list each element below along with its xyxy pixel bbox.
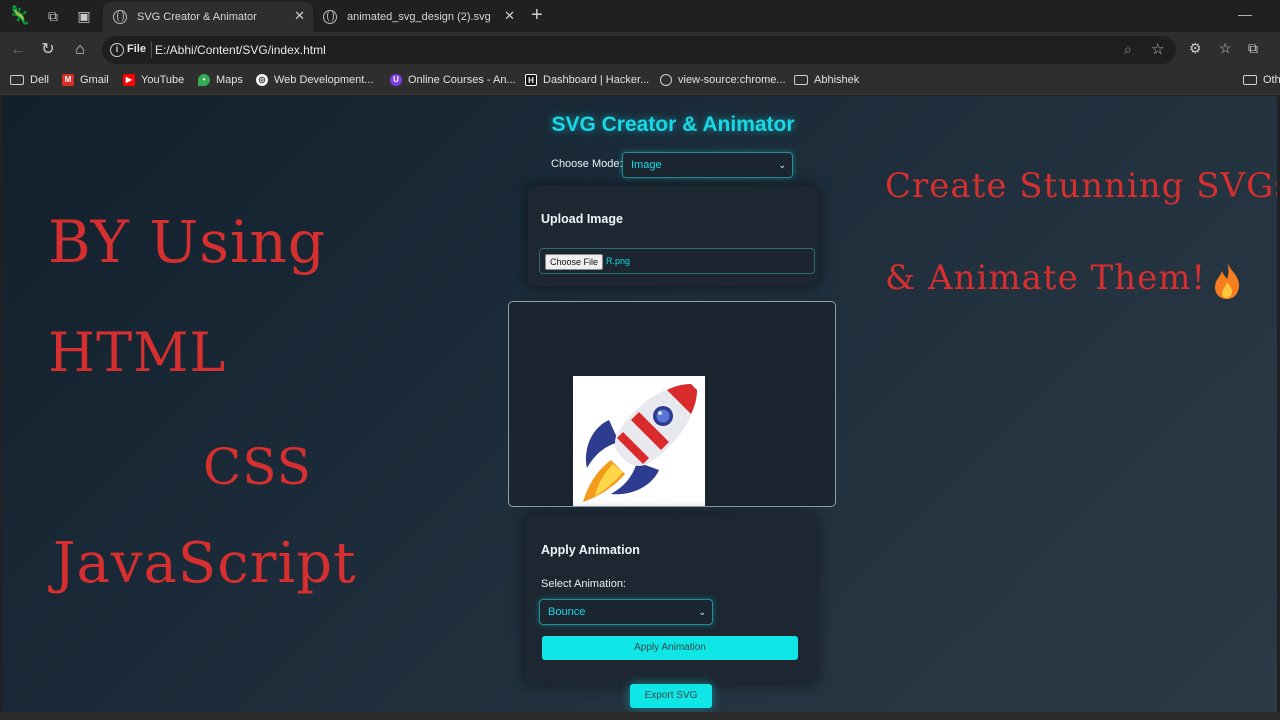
- bookmark-other[interactable]: Oth: [1243, 74, 1280, 86]
- back-icon[interactable]: ←: [8, 40, 28, 60]
- tab-svg-creator[interactable]: SVG Creator & Animator ✕: [103, 2, 313, 32]
- bookmark-abhishek[interactable]: Abhishek: [794, 74, 859, 86]
- scheme-label: File: [127, 43, 146, 55]
- file-input[interactable]: Choose File R.png: [539, 248, 815, 274]
- youtube-icon: ▶: [123, 74, 135, 86]
- file-name: R.png: [606, 256, 631, 266]
- animation-select[interactable]: Bounce ⌄: [539, 599, 713, 625]
- bookmark-gmail[interactable]: M Gmail: [62, 74, 109, 86]
- gmail-icon: M: [62, 74, 74, 86]
- upload-title: Upload Image: [541, 212, 623, 226]
- overlay-tagline-1: Create Stunning SVGs: [885, 166, 1277, 206]
- chevron-down-icon: ⌄: [778, 160, 786, 170]
- address-toolbar: ← ↻ ⌂ i File E:/Abhi/Content/SVG/index.h…: [0, 32, 1280, 68]
- bookmark-label: Web Development...: [274, 74, 374, 86]
- bookmark-view-source[interactable]: view-source:chrome...: [660, 74, 786, 86]
- bookmark-label: Dell: [30, 74, 49, 86]
- bookmark-maps[interactable]: • Maps: [198, 74, 243, 86]
- globe-icon: [660, 74, 672, 86]
- bookmark-dell[interactable]: Dell: [10, 74, 49, 86]
- overlay-javascript: JavaScript: [53, 531, 357, 596]
- favorite-star-icon[interactable]: ☆: [1151, 40, 1164, 58]
- animation-title: Apply Animation: [541, 543, 640, 557]
- home-icon[interactable]: ⌂: [70, 40, 90, 60]
- export-svg-button[interactable]: Export SVG: [630, 684, 712, 708]
- workspaces-icon[interactable]: ⧉: [43, 6, 63, 26]
- collections-icon[interactable]: ⧉: [1248, 40, 1258, 57]
- bookmark-label: Oth: [1263, 74, 1280, 86]
- bookmark-label: Gmail: [80, 74, 109, 86]
- chevron-down-icon: ⌄: [698, 607, 706, 617]
- maps-icon: •: [198, 74, 210, 86]
- tab-actions-icon[interactable]: ▣: [74, 6, 94, 26]
- bookmark-label: view-source:chrome...: [678, 74, 786, 86]
- folder-icon: [10, 75, 24, 85]
- choose-file-button[interactable]: Choose File: [545, 254, 604, 270]
- hackerrank-icon: H: [525, 74, 537, 86]
- mode-select[interactable]: Image ⌄: [622, 152, 793, 178]
- tab-bar: 🦎 ⧉ ▣ SVG Creator & Animator ✕ animated_…: [0, 0, 1280, 32]
- animation-select-label: Select Animation:: [541, 578, 626, 590]
- overlay-tagline-2: & Animate Them!: [885, 258, 1207, 298]
- browser-profile-icon[interactable]: 🦎: [8, 5, 30, 25]
- globe-icon: [113, 10, 127, 24]
- reload-icon[interactable]: ↻: [38, 40, 58, 60]
- tab-title: SVG Creator & Animator: [137, 11, 257, 23]
- divider: [151, 42, 152, 58]
- bookmark-youtube[interactable]: ▶ YouTube: [123, 74, 184, 86]
- bookmark-label: Abhishek: [814, 74, 860, 86]
- courses-icon: U: [390, 74, 402, 86]
- folder-icon: [1243, 75, 1257, 85]
- overlay-css: CSS: [203, 438, 312, 496]
- bookmarks-bar: Dell M Gmail ▶ YouTube • Maps ◎ Web Deve…: [0, 68, 1280, 95]
- tab-title: animated_svg_design (2).svg: [347, 11, 491, 23]
- web-icon: ◎: [256, 74, 268, 86]
- close-icon[interactable]: ✕: [504, 8, 515, 24]
- bookmark-label: YouTube: [141, 74, 185, 86]
- extensions-icon[interactable]: ⚙: [1189, 40, 1202, 57]
- overlay-html: HTML: [48, 321, 227, 384]
- address-bar[interactable]: i File E:/Abhi/Content/SVG/index.html ⌕ …: [102, 36, 1176, 64]
- bookmark-dashboard[interactable]: H Dashboard | Hacker...: [525, 74, 649, 86]
- favorites-icon[interactable]: ☆: [1219, 40, 1232, 57]
- apply-animation-button[interactable]: Apply Animation: [542, 636, 798, 660]
- bookmark-label: Maps: [216, 74, 243, 86]
- tab-animated-svg[interactable]: animated_svg_design (2).svg ✕: [313, 2, 523, 32]
- overlay-by-using: BY Using: [48, 208, 327, 276]
- mode-label: Choose Mode:: [551, 158, 623, 170]
- rocket-image: [573, 376, 705, 506]
- globe-icon: [323, 10, 337, 24]
- site-info-icon[interactable]: i: [110, 43, 124, 57]
- svg-preview: [508, 301, 836, 507]
- bookmark-label: Online Courses - An...: [408, 74, 516, 86]
- mode-select-value: Image: [631, 159, 662, 171]
- folder-icon: [794, 75, 808, 85]
- animation-card: Apply Animation Select Animation: Bounce…: [525, 514, 817, 684]
- fire-icon: [1215, 262, 1240, 299]
- close-icon[interactable]: ✕: [294, 8, 305, 24]
- zoom-icon[interactable]: ⌕: [1124, 41, 1132, 58]
- bookmark-web-development[interactable]: ◎ Web Development...: [256, 74, 373, 86]
- upload-card: Upload Image Choose File R.png: [528, 186, 818, 286]
- new-tab-icon[interactable]: +: [531, 4, 543, 27]
- bookmark-label: Dashboard | Hacker...: [543, 74, 650, 86]
- url-text[interactable]: E:/Abhi/Content/SVG/index.html: [155, 43, 326, 57]
- minimize-icon[interactable]: —: [1238, 6, 1252, 22]
- page-viewport: BY Using HTML CSS JavaScript Create Stun…: [3, 96, 1277, 712]
- app-title: SVG Creator & Animator: [551, 113, 795, 136]
- animation-select-value: Bounce: [548, 606, 586, 618]
- window-bottom-edge: [0, 712, 1280, 720]
- bookmark-online-courses[interactable]: U Online Courses - An...: [390, 74, 516, 86]
